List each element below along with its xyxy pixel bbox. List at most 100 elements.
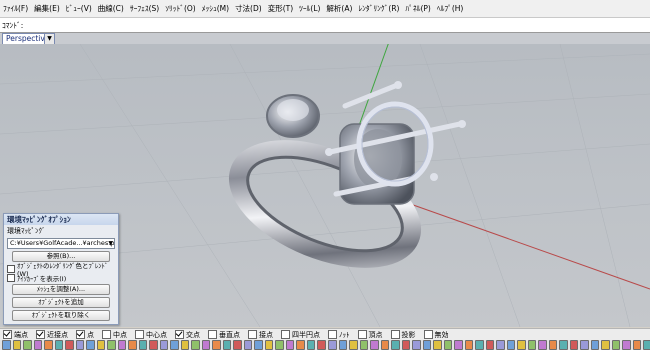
toolbar-tool-icon[interactable] [349, 340, 358, 350]
toolbar-tool-icon[interactable] [611, 340, 621, 350]
osnap-checkbox[interactable] [328, 330, 337, 339]
adjust-mesh-button[interactable]: ﾒｯｼｭを調整(A)... [12, 284, 110, 295]
osnap-checkbox[interactable] [135, 330, 144, 339]
menu-item-0[interactable]: ﾌｧｲﾙ(F) [0, 0, 31, 17]
toolbar-tool-icon[interactable] [107, 340, 116, 350]
toolbar-tool-icon[interactable] [180, 340, 190, 350]
toolbar-tool-icon[interactable] [44, 340, 53, 350]
osnap-item-9[interactable]: ﾉｯﾄ [325, 330, 350, 340]
toolbar-tool-icon[interactable] [306, 340, 316, 350]
toolbar-tool-icon[interactable] [191, 340, 200, 350]
menu-item-7[interactable]: 寸法(D) [232, 0, 265, 17]
toolbar-tool-icon[interactable] [506, 340, 516, 350]
toolbar-tool-icon[interactable] [222, 340, 232, 350]
menu-item-9[interactable]: ﾂｰﾙ(L) [296, 0, 323, 17]
toolbar-tool-icon[interactable] [285, 340, 295, 350]
toolbar-tool-icon[interactable] [517, 340, 526, 350]
menu-item-3[interactable]: 曲線(C) [95, 0, 127, 17]
toolbar-tool-icon[interactable] [23, 340, 32, 350]
toolbar-tool-icon[interactable] [359, 340, 369, 350]
toolbar-tool-icon[interactable] [632, 340, 642, 350]
toolbar-tool-icon[interactable] [138, 340, 148, 350]
osnap-item-10[interactable]: 頂点 [355, 330, 383, 340]
osnap-checkbox[interactable] [76, 330, 85, 339]
toolbar-tool-icon[interactable] [65, 340, 74, 350]
toolbar-tool-icon[interactable] [475, 340, 484, 350]
toolbar-tool-icon[interactable] [622, 340, 631, 350]
toolbar-tool-icon[interactable] [296, 340, 305, 350]
toolbar-tool-icon[interactable] [527, 340, 537, 350]
toolbar-tool-icon[interactable] [96, 340, 106, 350]
toolbar-tool-icon[interactable] [464, 340, 474, 350]
toolbar-tool-icon[interactable] [538, 340, 547, 350]
toolbar-tool-icon[interactable] [559, 340, 568, 350]
environment-file-select[interactable]: C:¥Users¥GolfAcade...¥arches.png ▼ [7, 238, 115, 249]
toolbar-tool-icon[interactable] [243, 340, 253, 350]
toolbar-tool-icon[interactable] [391, 340, 400, 350]
menu-item-1[interactable]: 編集(E) [31, 0, 63, 17]
osnap-item-0[interactable]: 端点 [0, 330, 28, 340]
osnap-checkbox[interactable] [36, 330, 45, 339]
toolbar-tool-icon[interactable] [401, 340, 411, 350]
menu-item-2[interactable]: ﾋﾞｭｰ(V) [63, 0, 95, 17]
toolbar-tool-icon[interactable] [601, 340, 610, 350]
remove-object-button[interactable]: ｵﾌﾞｼﾞｪｸﾄを取り除く [12, 310, 110, 321]
toolbar-tool-icon[interactable] [412, 340, 421, 350]
menu-item-8[interactable]: 変形(T) [265, 0, 296, 17]
isocurve-checkbox[interactable] [7, 273, 15, 282]
toolbar-tool-icon[interactable] [433, 340, 442, 350]
menu-item-11[interactable]: ﾚﾝﾀﾞﾘﾝｸﾞ(R) [355, 0, 402, 17]
toolbar-tool-icon[interactable] [86, 340, 95, 350]
toolbar-tool-icon[interactable] [422, 340, 432, 350]
osnap-checkbox[interactable] [175, 330, 184, 339]
toolbar-tool-icon[interactable] [75, 340, 85, 350]
osnap-checkbox[interactable] [281, 330, 290, 339]
toolbar-tool-icon[interactable] [485, 340, 495, 350]
menu-item-12[interactable]: ﾊﾟﾈﾙ(P) [402, 0, 433, 17]
osnap-item-2[interactable]: 点 [73, 330, 94, 340]
add-object-button[interactable]: ｵﾌﾞｼﾞｪｸﾄを追加 [12, 297, 110, 308]
osnap-checkbox[interactable] [357, 330, 367, 339]
toolbar-tool-icon[interactable] [548, 340, 558, 350]
osnap-item-3[interactable]: 中点 [99, 330, 127, 340]
toolbar-tool-icon[interactable] [580, 340, 589, 350]
toolbar-tool-icon[interactable] [380, 340, 390, 350]
osnap-checkbox[interactable] [102, 330, 111, 339]
toolbar-tool-icon[interactable] [33, 340, 43, 350]
toolbar-tool-icon[interactable] [12, 340, 22, 350]
toolbar-tool-icon[interactable] [54, 340, 64, 350]
osnap-checkbox[interactable] [208, 330, 217, 339]
toolbar-tool-icon[interactable] [275, 340, 284, 350]
toolbar-tool-icon[interactable] [264, 340, 274, 350]
blend-checkbox[interactable] [7, 264, 15, 273]
toolbar-tool-icon[interactable] [569, 340, 579, 350]
osnap-checkbox[interactable] [390, 330, 400, 339]
menu-item-6[interactable]: ﾒｯｼｭ(M) [199, 0, 232, 17]
toolbar-tool-icon[interactable] [254, 340, 263, 350]
chevron-down-icon[interactable]: ▼ [108, 239, 113, 248]
toolbar-tool-icon[interactable] [327, 340, 337, 350]
menu-item-5[interactable]: ｿﾘｯﾄﾞ(O) [162, 0, 199, 17]
osnap-item-1[interactable]: 近接点 [33, 330, 68, 340]
toolbar-tool-icon[interactable] [233, 340, 242, 350]
toolbar-tool-icon[interactable] [159, 340, 169, 350]
osnap-item-4[interactable]: 中心点 [132, 330, 167, 340]
osnap-item-8[interactable]: 四半円点 [278, 330, 320, 340]
toolbar-tool-icon[interactable] [317, 340, 326, 350]
osnap-item-7[interactable]: 接点 [245, 330, 273, 340]
toolbar-tool-icon[interactable] [370, 340, 379, 350]
osnap-checkbox[interactable] [248, 330, 257, 339]
toolbar-tool-icon[interactable] [338, 340, 348, 350]
toolbar-tool-icon[interactable] [128, 340, 137, 350]
toolbar-tool-icon[interactable] [170, 340, 179, 350]
toolbar-tool-icon[interactable] [212, 340, 221, 350]
osnap-item-6[interactable]: 垂直点 [205, 330, 240, 340]
menu-item-13[interactable]: ﾍﾙﾌﾟ(H) [434, 0, 467, 17]
toolbar-tool-icon[interactable] [590, 340, 600, 350]
toolbar-tool-icon[interactable] [454, 340, 463, 350]
menu-item-10[interactable]: 解析(A) [323, 0, 355, 17]
toolbar-tool-icon[interactable] [149, 340, 158, 350]
osnap-item-11[interactable]: 投影 [388, 330, 416, 340]
osnap-checkbox[interactable] [3, 330, 12, 339]
osnap-item-12[interactable]: 無効 [421, 330, 449, 340]
